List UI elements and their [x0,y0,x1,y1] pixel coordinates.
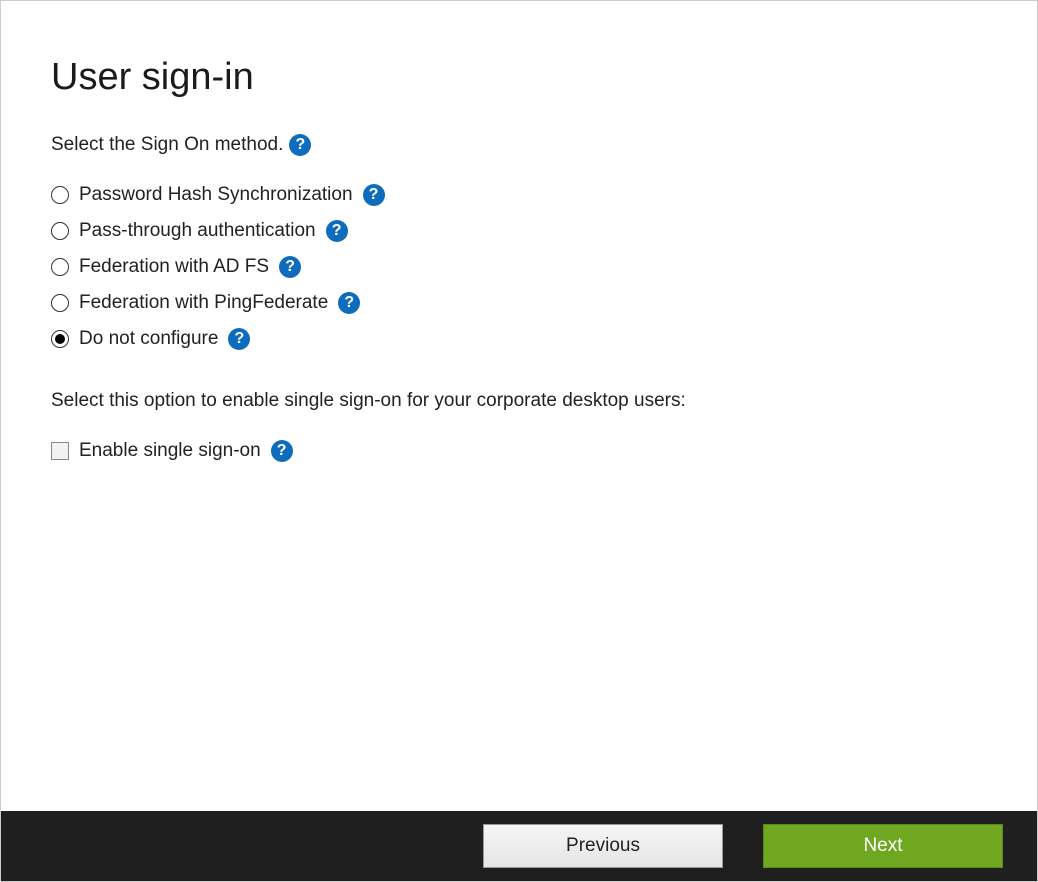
checkbox-enable-sso[interactable]: Enable single sign-on ? [51,440,987,462]
section-label-sso: Select this option to enable single sign… [51,390,987,412]
section-label-signon: Select the Sign On method. ? [51,134,311,156]
radio-adfs[interactable]: Federation with AD FS ? [51,256,987,278]
radio-do-not-configure[interactable]: Do not configure ? [51,328,987,350]
help-icon[interactable]: ? [326,220,348,242]
checkbox-box-icon [51,442,69,460]
radio-password-hash[interactable]: Password Hash Synchronization ? [51,184,987,206]
radio-circle-icon [51,222,69,240]
radio-circle-icon [51,294,69,312]
next-button[interactable]: Next [763,824,1003,868]
radio-label: Federation with PingFederate [79,292,328,314]
radio-label: Password Hash Synchronization [79,184,353,206]
help-icon[interactable]: ? [363,184,385,206]
page-title: User sign-in [51,56,987,99]
help-icon[interactable]: ? [228,328,250,350]
help-icon[interactable]: ? [338,292,360,314]
radio-circle-icon [51,258,69,276]
radio-circle-icon [51,330,69,348]
footer-bar: Previous Next [1,811,1037,881]
radio-passthrough[interactable]: Pass-through authentication ? [51,220,987,242]
radio-label: Do not configure [79,328,218,350]
checkbox-label: Enable single sign-on [79,440,261,462]
section-label-text: Select the Sign On method. [51,134,283,156]
help-icon[interactable]: ? [271,440,293,462]
radio-pingfederate[interactable]: Federation with PingFederate ? [51,292,987,314]
radio-label: Federation with AD FS [79,256,269,278]
help-icon[interactable]: ? [279,256,301,278]
radio-circle-icon [51,186,69,204]
previous-button[interactable]: Previous [483,824,723,868]
help-icon[interactable]: ? [289,134,311,156]
radio-label: Pass-through authentication [79,220,316,242]
signon-method-group: Password Hash Synchronization ? Pass-thr… [51,184,987,350]
